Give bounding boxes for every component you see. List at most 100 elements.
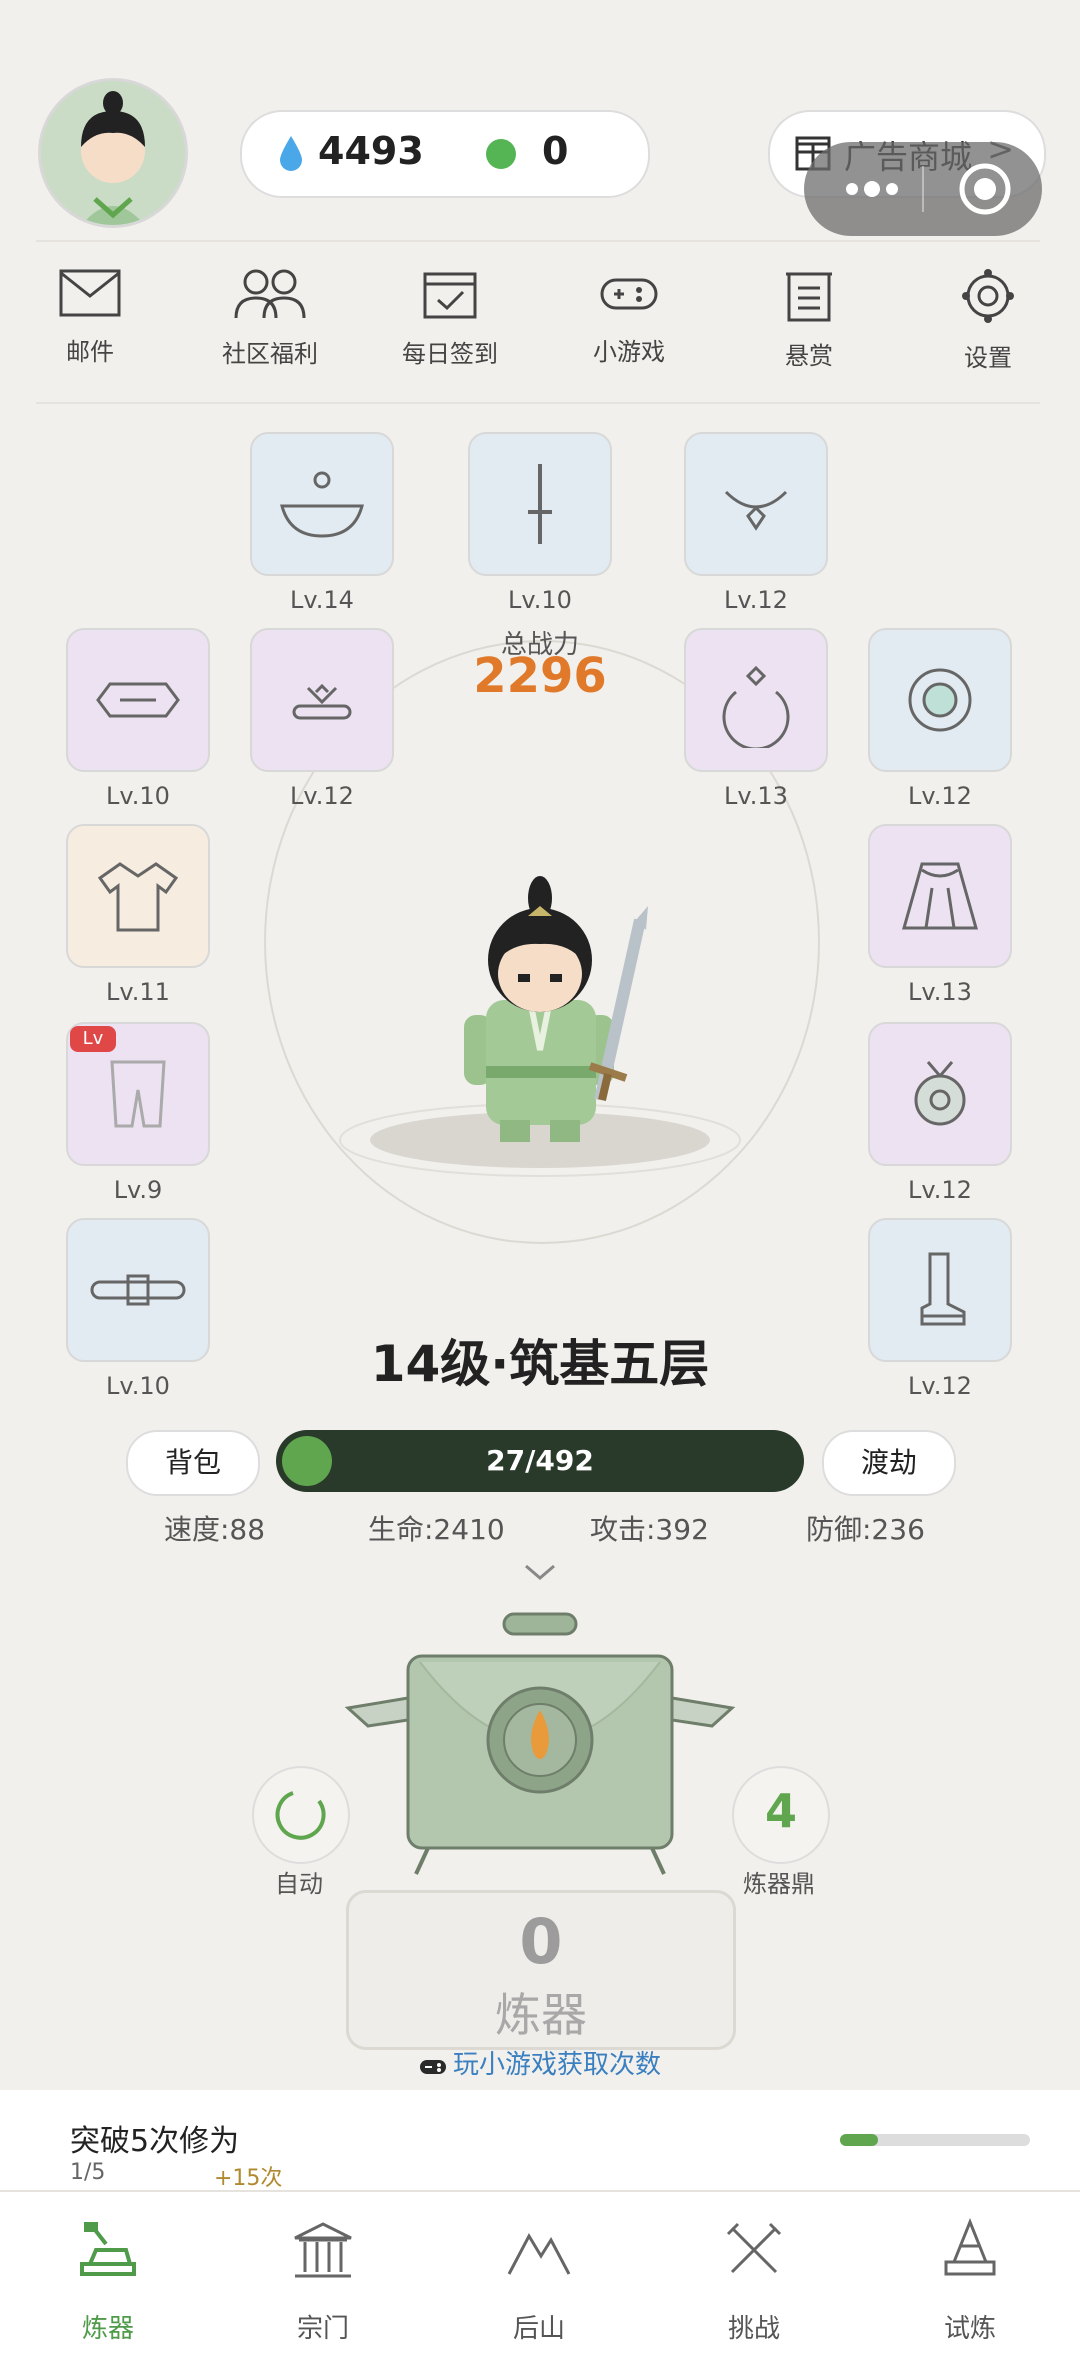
task-reward: +15次: [214, 2166, 283, 2191]
tab-label: 宗门: [296, 2314, 349, 2344]
nav-mail[interactable]: 邮件: [10, 268, 170, 367]
exp-progress-text: 27/492: [486, 1444, 594, 1477]
exp-progress-bar: 27/492: [276, 1430, 804, 1492]
equip-slot-pants[interactable]: Lv: [66, 1022, 210, 1166]
forge-label: 炼器: [495, 1988, 587, 2042]
forge-icon: [80, 2222, 136, 2276]
skirt-icon: [902, 862, 978, 930]
nav-label: 邮件: [66, 338, 114, 366]
equip-level: Lv.14: [290, 586, 354, 614]
total-power-value: 2296: [473, 648, 607, 704]
equip-level: Lv.12: [908, 1176, 972, 1204]
nav-divider: [36, 402, 1040, 404]
cauldron-label: 炼器鼎: [743, 1870, 815, 1898]
equip-level: Lv.11: [106, 978, 170, 1006]
task-progress-fill: [840, 2134, 878, 2146]
crossed-swords-icon: [726, 2222, 782, 2274]
forge-count: 0: [519, 1905, 563, 1978]
gamepad-icon: [419, 2060, 446, 2074]
player-avatar[interactable]: [38, 78, 188, 228]
equip-slot-robe[interactable]: [66, 824, 210, 968]
auto-forge-button[interactable]: [252, 1766, 350, 1864]
more-dots-button[interactable]: [826, 142, 916, 236]
currency-bar: 4493 0: [240, 110, 650, 198]
equip-slot-weapon[interactable]: [468, 432, 612, 576]
mail-icon: [59, 269, 121, 317]
nav-label: 悬赏: [785, 342, 833, 370]
equip-slot-hat[interactable]: [250, 432, 394, 576]
minigame-hint-link[interactable]: 玩小游戏获取次数: [340, 2044, 740, 2081]
tower-icon: [944, 2218, 996, 2276]
equip-level: Lv.12: [908, 782, 972, 810]
hint-text: 玩小游戏获取次数: [452, 2050, 661, 2080]
equip-level: Lv.12: [724, 586, 788, 614]
hat-icon: [280, 471, 364, 538]
task-panel[interactable]: 突破5次修为 1/5 +15次: [0, 2090, 1080, 2191]
equip-slot-skirt[interactable]: [868, 824, 1012, 968]
equip-slot-jade[interactable]: [868, 628, 1012, 772]
tab-sect[interactable]: 宗门: [243, 2192, 403, 2356]
stat-hp: 生命:2410: [368, 1513, 505, 1546]
task-progress: 1/5: [70, 2160, 106, 2185]
cultivation-realm: 14级·筑基五层: [370, 1335, 710, 1393]
community-icon: [234, 269, 306, 319]
character-sprite[interactable]: [450, 870, 660, 1150]
tab-trial[interactable]: 试炼: [890, 2192, 1050, 2356]
target-close-icon: [959, 163, 1011, 215]
sect-icon: [294, 2222, 352, 2278]
tab-label: 炼器: [81, 2314, 134, 2344]
nav-bounty[interactable]: 悬赏: [729, 268, 889, 371]
header-divider: [36, 240, 1040, 242]
spirit-water-value: 4493: [318, 129, 424, 173]
chevron-down-icon[interactable]: [522, 1562, 558, 1584]
task-progress-bar: [840, 2134, 1030, 2146]
close-miniprogram-button[interactable]: [940, 142, 1030, 236]
equip-level: Lv.13: [908, 978, 972, 1006]
bounty-board-icon: [786, 272, 832, 322]
cauldron-count: 4: [764, 1784, 797, 1838]
equip-slot-belt[interactable]: [66, 1218, 210, 1362]
more-dots-icon: [846, 181, 898, 197]
capsule-divider: [922, 166, 924, 212]
task-title: 突破5次修为: [70, 2124, 240, 2159]
tab-label: 后山: [512, 2314, 565, 2344]
nav-daily-checkin[interactable]: 每日签到: [370, 268, 530, 369]
tab-label: 挑战: [727, 2314, 780, 2344]
stat-defense: 防御:236: [806, 1513, 925, 1546]
robe-icon: [97, 862, 179, 932]
tab-forge[interactable]: 炼器: [28, 2192, 188, 2356]
bottom-tab-bar: 炼器 宗门 后山 挑战 试炼: [0, 2190, 1080, 2356]
tribulation-button[interactable]: 渡劫: [822, 1430, 956, 1496]
nav-settings[interactable]: 设置: [908, 268, 1068, 373]
nav-minigame[interactable]: 小游戏: [549, 268, 709, 367]
pants-icon: [110, 1060, 166, 1128]
equip-slot-necklace[interactable]: [684, 432, 828, 576]
equip-slot-pendant[interactable]: [868, 1022, 1012, 1166]
equip-slot-boots[interactable]: [868, 1218, 1012, 1362]
equip-level: Lv.9: [113, 1176, 163, 1204]
brooch-icon: [292, 683, 352, 720]
nav-community[interactable]: 社区福利: [190, 268, 350, 369]
avatar-icon: [41, 81, 185, 225]
calendar-check-icon: [423, 272, 477, 319]
equip-slot-plate[interactable]: [66, 628, 210, 772]
belt-icon: [90, 1274, 186, 1306]
tab-back-mountain[interactable]: 后山: [459, 2192, 619, 2356]
green-orb-value: 0: [542, 129, 569, 173]
gear-icon: [962, 269, 1014, 323]
equip-slot-brooch[interactable]: [250, 628, 394, 772]
equip-level: Lv.10: [106, 1372, 170, 1400]
ring-icon: [722, 665, 790, 748]
forge-cauldron[interactable]: [340, 1610, 740, 1880]
cauldron-count-button[interactable]: 4: [732, 1766, 830, 1864]
tab-challenge[interactable]: 挑战: [674, 2192, 834, 2356]
equip-slot-ring[interactable]: [684, 628, 828, 772]
equip-level: Lv.12: [290, 782, 354, 810]
nav-label: 每日签到: [402, 340, 498, 368]
forge-button[interactable]: 0 炼器: [346, 1890, 736, 2050]
bag-button[interactable]: 背包: [126, 1430, 260, 1496]
tab-label: 试炼: [943, 2314, 996, 2344]
auto-label: 自动: [275, 1870, 323, 1898]
pendant-icon: [914, 1061, 966, 1126]
necklace-icon: [724, 490, 788, 531]
